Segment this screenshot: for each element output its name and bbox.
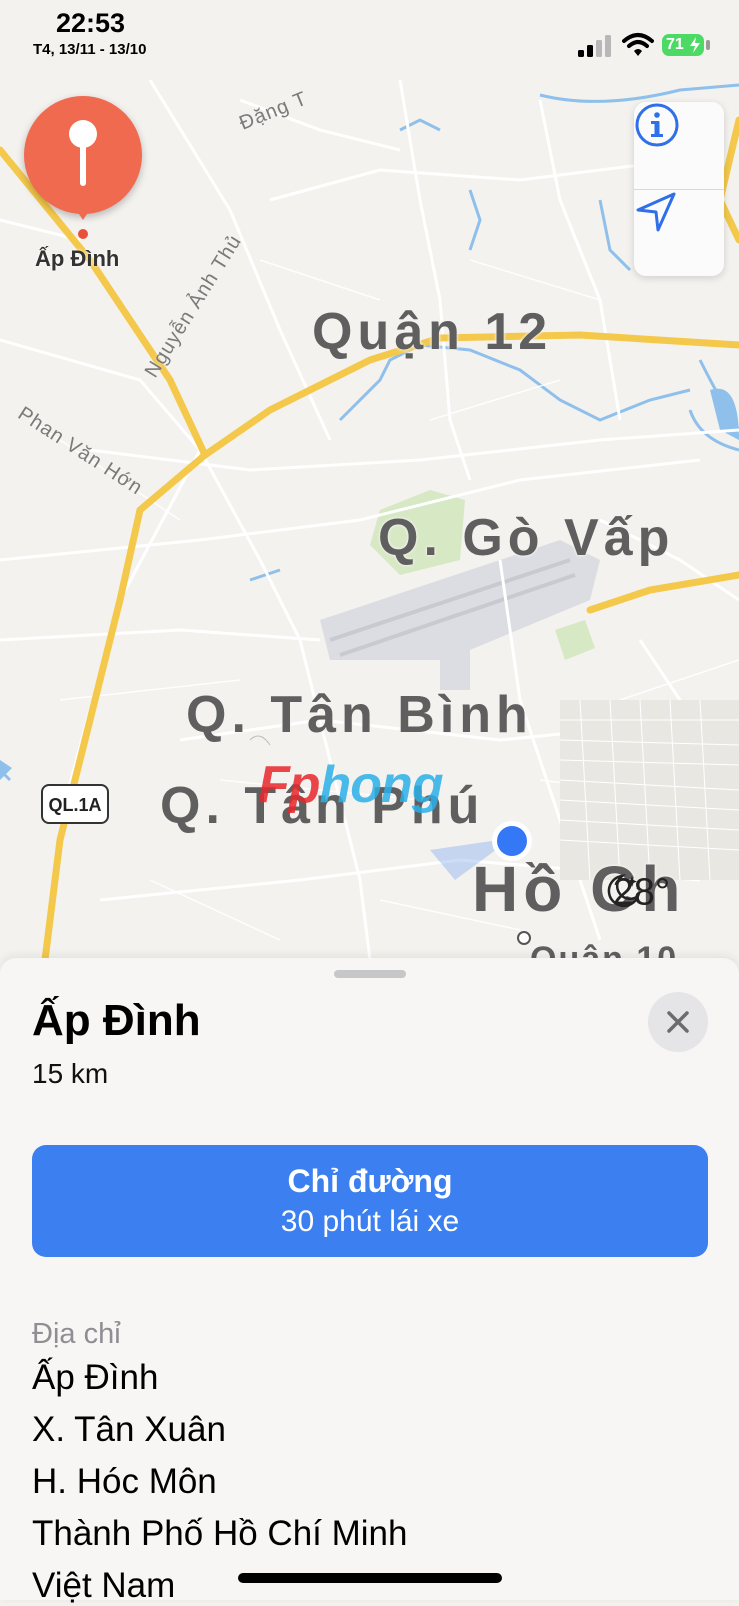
directions-label: Chỉ đường [287,1163,453,1199]
location-arrow-icon [636,192,676,232]
district-label-tan-binh: Q. Tân Bình [186,686,533,744]
current-location-button[interactable] [634,190,724,276]
address-line: H. Hóc Môn [32,1462,217,1501]
address-line: X. Tân Xuân [32,1410,226,1449]
place-distance: 15 km [32,1058,109,1089]
pin-glyph [69,120,97,186]
pin-label[interactable]: Ấp Đình [35,246,119,272]
district-label-quan-12: Quận 12 [312,303,553,361]
status-date: T4, 13/11 - 13/10 [33,41,147,58]
map-pin-icon[interactable] [24,96,142,214]
watermark-part-1: Fp [258,756,321,814]
info-button[interactable] [634,102,724,188]
info-icon [635,103,679,147]
close-button[interactable] [648,992,708,1052]
battery-cap [706,40,710,50]
address-line: Việt Nam [32,1566,176,1605]
watermark-logo: Fphong [258,755,444,815]
status-time: 22:53 [56,8,126,38]
wifi-icon [622,33,654,56]
status-bar: 22:53 T4, 13/11 - 13/10 71 [0,0,739,80]
district-label-go-vap: Q. Gò Vấp [378,509,675,567]
address-line: Thành Phố Hồ Chí Minh [32,1514,408,1553]
close-icon [667,1011,689,1033]
watermark-part-2: hong [319,756,444,814]
home-indicator[interactable] [238,1573,502,1583]
place-card-sheet[interactable]: Ấp Đình 15 km Chỉ đường 30 phút lái xe Đ… [0,958,739,1605]
map-controls [634,102,724,276]
place-title: Ấp Đình [32,996,201,1045]
address-line: Ấp Đình [32,1358,159,1397]
address-label: Địa chỉ [32,1318,121,1350]
pin-tip [75,208,91,220]
sheet-grabber[interactable] [334,970,406,978]
route-shield-ql1a: QL.1A [41,784,109,824]
pin-dot [78,229,88,239]
battery-level: 71 [666,36,684,53]
cellular-signal-icon [578,35,611,57]
directions-duration: 30 phút lái xe [280,1205,460,1238]
directions-button[interactable]: Chỉ đường 30 phút lái xe [32,1145,708,1257]
weather-widget[interactable]: 28° [602,870,670,914]
map-view[interactable]: Đặng T Nguyễn Ảnh Thủ Phan Văn Hớn Quận … [0,0,739,978]
charging-bolt-icon [690,37,700,53]
